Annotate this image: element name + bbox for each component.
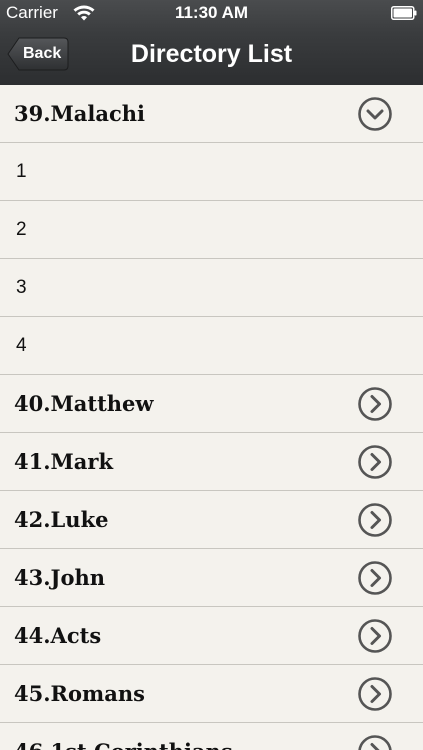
- book-label: 43.John: [14, 565, 106, 590]
- book-label: 45.Romans: [14, 681, 145, 706]
- status-bar: Carrier 11:30 AM: [0, 0, 423, 27]
- chevron-right-icon[interactable]: [357, 560, 393, 596]
- chapter-row[interactable]: 2: [0, 201, 423, 259]
- book-row[interactable]: 45.Romans: [0, 665, 423, 723]
- chevron-right-icon[interactable]: [357, 502, 393, 538]
- page-title: Directory List: [130, 40, 293, 68]
- directory-list: 39.Malachi 1 2 3 4 40.Matthew 41.Mark 42.Luke 43…: [0, 85, 423, 750]
- chevron-right-icon[interactable]: [357, 386, 393, 422]
- book-row[interactable]: 42.Luke: [0, 491, 423, 549]
- chapter-label: 2: [16, 219, 27, 240]
- book-label: 39.Malachi: [14, 101, 146, 126]
- top-bar: Carrier 11:30 AM Back Directory List: [0, 0, 423, 85]
- book-label: 42.Luke: [14, 507, 109, 532]
- chapter-label: 1: [16, 161, 27, 182]
- battery-icon: [391, 6, 417, 20]
- book-row[interactable]: 39.Malachi: [0, 85, 423, 143]
- book-label: 46.1st Corinthians: [14, 723, 233, 750]
- book-row[interactable]: 46.1st Corinthians: [0, 723, 423, 750]
- chapter-row[interactable]: 3: [0, 259, 423, 317]
- book-row[interactable]: 41.Mark: [0, 433, 423, 491]
- book-label: 40.Matthew: [14, 391, 154, 416]
- navigation-bar: Back Directory List: [0, 27, 423, 85]
- chapter-row[interactable]: 1: [0, 143, 423, 201]
- chevron-right-icon[interactable]: [357, 734, 393, 750]
- book-row[interactable]: 43.John: [0, 549, 423, 607]
- chapter-row[interactable]: 4: [0, 317, 423, 375]
- chapter-label: 4: [16, 335, 27, 356]
- chevron-right-icon[interactable]: [357, 676, 393, 712]
- chevron-right-icon[interactable]: [357, 444, 393, 480]
- book-label: 44.Acts: [14, 623, 102, 648]
- status-time: 11:30 AM: [174, 3, 249, 22]
- chevron-right-icon[interactable]: [357, 618, 393, 654]
- chevron-down-icon[interactable]: [357, 96, 393, 132]
- book-row[interactable]: 44.Acts: [0, 607, 423, 665]
- chapter-label: 3: [16, 277, 27, 298]
- screen: Carrier 11:30 AM Back Directory List 39.…: [0, 0, 423, 750]
- book-row[interactable]: 40.Matthew: [0, 375, 423, 433]
- book-label: 41.Mark: [14, 449, 114, 474]
